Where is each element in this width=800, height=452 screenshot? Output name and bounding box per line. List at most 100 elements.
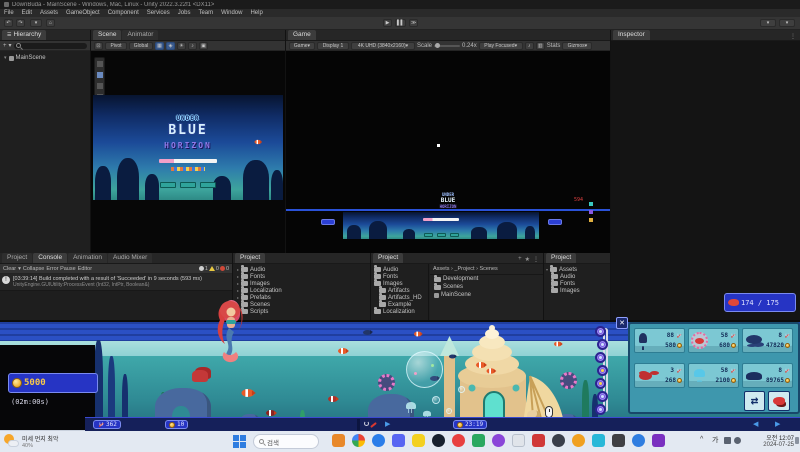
tab-project[interactable]: Project <box>2 253 32 263</box>
shop-item-anchor-jelly[interactable]: 88 580 <box>634 328 685 353</box>
tab-audio-mixer[interactable]: Audio Mixer <box>108 253 152 263</box>
step-button[interactable]: ≫ <box>409 19 418 27</box>
taskbar-app-icon-edge[interactable] <box>372 434 385 447</box>
play-arrow-icon[interactable]: ▶ <box>385 420 390 428</box>
shop-item-fish-school[interactable]: 8 47820 <box>742 328 793 353</box>
shop-category-gear-button[interactable] <box>597 391 608 402</box>
console-log-entry[interactable]: ! [03:39:14] Build completed with a resu… <box>0 274 232 291</box>
asset-row[interactable]: Scenes <box>430 283 543 291</box>
console-editor-dropdown[interactable]: Editor <box>78 266 92 272</box>
tab-inspector[interactable]: Inspector <box>613 30 650 40</box>
folder-row[interactable]: ▸Audio <box>233 266 370 273</box>
taskbar-app-icon[interactable] <box>512 434 525 447</box>
tab-animation[interactable]: Animation <box>68 253 107 263</box>
favorite-star-icon[interactable]: ★ <box>525 256 530 263</box>
asset-row[interactable]: Development <box>430 275 543 283</box>
folder-row[interactable]: ▸Fonts <box>233 273 370 280</box>
tab-scene[interactable]: Scene <box>93 30 121 40</box>
taskbar-app-icon-chrome[interactable] <box>352 434 365 447</box>
panel-menu-icon[interactable]: ⋮ <box>533 256 539 263</box>
hand-tool-icon[interactable] <box>97 61 103 67</box>
menu-services[interactable]: Services <box>147 10 170 16</box>
magnet-icon[interactable]: ◈ <box>166 42 175 50</box>
prev-arrow-icon[interactable]: ◀ <box>753 420 758 428</box>
info-icon[interactable] <box>199 266 204 271</box>
console-log-area[interactable]: ! [03:39:14] Build completed with a resu… <box>0 274 232 320</box>
taskbar-app-icon[interactable] <box>632 434 645 447</box>
shop-category-shrimp-button[interactable] <box>597 339 608 350</box>
folder-row[interactable]: ▸Localization <box>233 287 370 294</box>
menu-file[interactable]: File <box>4 10 14 16</box>
asset-row[interactable]: MainScene <box>430 291 543 299</box>
taskbar-app-icon-steam[interactable] <box>432 434 445 447</box>
tab-console[interactable]: Console <box>33 253 67 263</box>
menu-help[interactable]: Help <box>250 10 262 16</box>
display-dropdown[interactable]: Display 1 <box>317 42 349 50</box>
stats-button[interactable]: Stats <box>547 43 561 49</box>
expand-caret-icon[interactable]: ▾ <box>4 55 7 61</box>
shop-close-button[interactable]: ✕ <box>616 317 628 329</box>
console-collapse-button[interactable]: Collapse <box>23 266 44 272</box>
folder-row[interactable]: Example <box>371 301 428 308</box>
project-b-content[interactable]: Assets › _Project › Scenes Development S… <box>430 264 543 320</box>
taskbar-app-icon[interactable] <box>612 434 625 447</box>
vsync-icon[interactable]: ▥ <box>536 42 545 50</box>
menu-edit[interactable]: Edit <box>22 10 32 16</box>
taskbar-app-icon[interactable] <box>592 434 605 447</box>
tab-project-b[interactable]: Project <box>373 253 403 263</box>
taskbar-app-icon[interactable] <box>572 434 585 447</box>
camera-icon[interactable]: ▣ <box>199 42 208 50</box>
taskbar-app-icon[interactable] <box>472 434 485 447</box>
taskbar-app-icon-kakao[interactable] <box>412 434 425 447</box>
shop-category-upgrade-button[interactable] <box>597 365 608 376</box>
shop-item-jellyfish[interactable]: 58 2100 <box>688 363 739 388</box>
tab-hierarchy[interactable]: ☰ Hierarchy <box>2 30 46 40</box>
shop-item-bubble-fish[interactable]: 58 680 <box>688 328 739 353</box>
pivot-dropdown[interactable]: Pivot <box>105 42 127 50</box>
add-gameobject-button[interactable]: + <box>3 43 7 49</box>
game-mode-dropdown[interactable]: Game ▾ <box>289 42 315 50</box>
tab-project-a[interactable]: Project <box>235 253 265 263</box>
console-clear-button[interactable]: Clear <box>3 266 16 272</box>
tray-clock[interactable]: 오전 12:07 2024-07-25 <box>746 433 794 448</box>
console-error-pause-button[interactable]: Error Pause <box>46 266 75 272</box>
tool-handle-icon[interactable]: ⊡ <box>94 42 103 50</box>
ime-indicator[interactable]: 가 <box>712 435 718 445</box>
menu-jobs[interactable]: Jobs <box>178 10 191 16</box>
weather-widget-icon[interactable] <box>4 434 19 449</box>
layout-dropdown[interactable]: ▾ <box>779 19 795 27</box>
layers-dropdown[interactable]: ▾ <box>760 19 776 27</box>
warning-icon[interactable] <box>209 266 215 271</box>
title-options-button[interactable] <box>180 182 196 188</box>
shop-category-energy-button[interactable] <box>595 378 606 389</box>
shop-sort-button[interactable]: ⇄ <box>744 391 765 411</box>
scale-slider[interactable] <box>434 45 460 47</box>
hierarchy-scene-row[interactable]: ▾ MainScene <box>0 54 90 62</box>
scale-slider-thumb[interactable] <box>435 43 440 48</box>
menu-component[interactable]: Component <box>108 10 139 16</box>
scene-viewport[interactable]: UNDER BLUE HORIZON <box>91 51 285 253</box>
gizmos-dropdown[interactable]: Gizmos ▾ <box>562 42 592 50</box>
taskbar-app-icon[interactable] <box>492 434 505 447</box>
project-breadcrumb[interactable]: Assets › _Project › Scenes <box>430 264 543 275</box>
taskbar-search-box[interactable]: 검색 <box>253 434 319 449</box>
add-caret-icon[interactable]: ▾ <box>9 42 12 49</box>
shop-category-jelly-button[interactable] <box>595 352 606 363</box>
taskbar-app-icon[interactable] <box>652 434 665 447</box>
tray-chevron-icon[interactable]: ^ <box>700 436 703 443</box>
folder-row[interactable]: Images <box>544 287 610 294</box>
menu-window[interactable]: Window <box>221 10 242 16</box>
folder-row[interactable]: Localization <box>371 308 428 315</box>
project-c-tree[interactable]: ▾Assets Audio Fonts Images <box>544 264 610 320</box>
play-focused-dropdown[interactable]: Play Focused ▾ <box>479 42 523 50</box>
rotate-tool-icon[interactable] <box>97 83 103 89</box>
account-icon[interactable]: ▾ <box>30 19 42 27</box>
tab-game[interactable]: Game <box>288 30 316 40</box>
project-b-tree[interactable]: Audio Fonts Images Artifacts Artifacts_H… <box>371 264 429 320</box>
title-start-button[interactable] <box>160 182 176 188</box>
notification-icon[interactable] <box>795 437 799 444</box>
taskbar-app-icon[interactable] <box>452 434 465 447</box>
tab-project-c[interactable]: Project <box>546 253 576 263</box>
hierarchy-search-input[interactable] <box>14 43 87 49</box>
menu-assets[interactable]: Assets <box>40 10 58 16</box>
